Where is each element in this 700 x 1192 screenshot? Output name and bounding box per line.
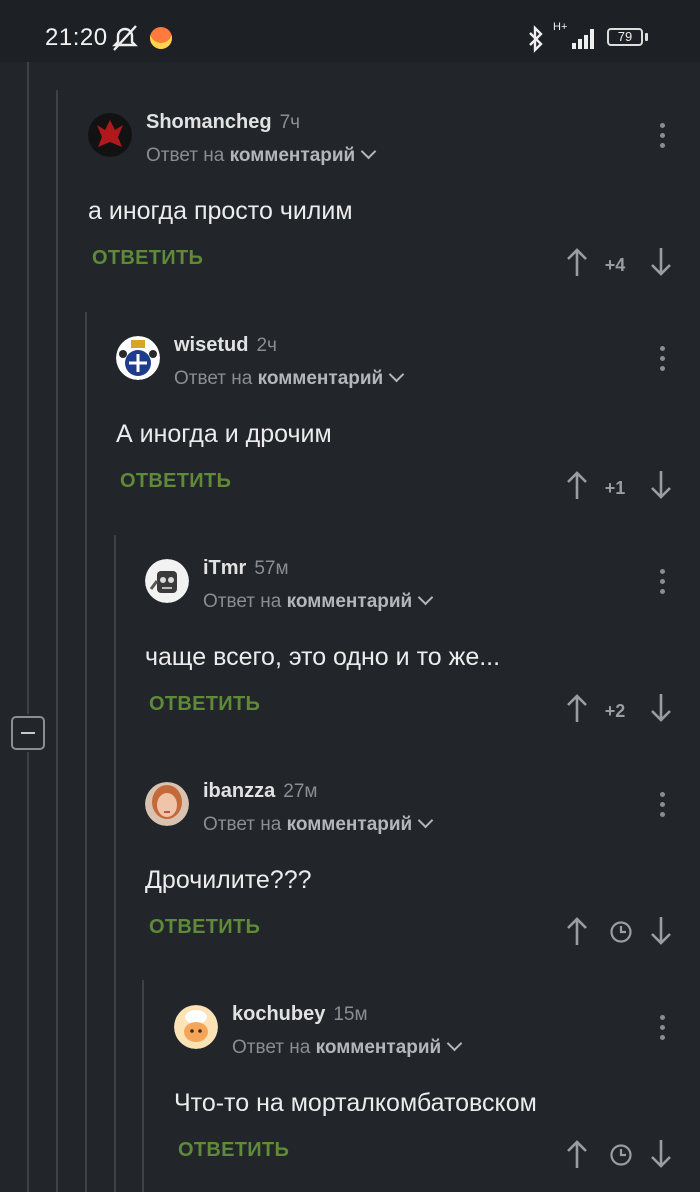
reply-to-link[interactable]: Ответ на комментарий <box>203 812 434 836</box>
reply-button[interactable]: ОТВЕТИТЬ <box>149 693 260 716</box>
cat-chef-icon[interactable] <box>174 1005 218 1049</box>
comment-time: 15м <box>333 1004 368 1025</box>
signal-icon <box>572 29 594 49</box>
clock-text: 21:20 <box>45 24 108 51</box>
network-type-text: H+ <box>553 21 568 33</box>
reply-to-target[interactable]: комментарий <box>258 368 384 389</box>
status-bar: 21:20 H+ 79 <box>0 0 700 62</box>
reply-to-target[interactable]: комментарий <box>287 814 413 835</box>
chevron-down-icon[interactable] <box>388 366 405 383</box>
comment-time: 2ч <box>256 335 277 356</box>
downvote-arrow-icon[interactable] <box>650 1139 672 1169</box>
comment-text: Что-то на морталкомбатовском <box>174 1089 537 1117</box>
reply-to-prefix: Ответ на <box>203 814 282 835</box>
comment-author[interactable]: iTmr 57м <box>203 557 289 580</box>
reply-button[interactable]: ОТВЕТИТЬ <box>92 247 203 270</box>
downvote-arrow-icon[interactable] <box>650 470 672 500</box>
reply-to-link[interactable]: Ответ на комментарий <box>203 589 434 613</box>
battery-icon: 79 <box>607 28 643 46</box>
reply-to-link[interactable]: Ответ на комментарий <box>232 1035 463 1059</box>
author-name[interactable]: kochubey <box>232 1003 325 1025</box>
comment-text: чаще всего, это одно и то же... <box>145 643 501 671</box>
chevron-down-icon[interactable] <box>417 589 434 606</box>
more-options-button[interactable] <box>660 346 666 374</box>
clock-icon <box>610 921 632 943</box>
reply-button[interactable]: ОТВЕТИТЬ <box>149 916 260 939</box>
chevron-down-icon[interactable] <box>417 812 434 829</box>
reply-to-prefix: Ответ на <box>203 591 282 612</box>
comment-rating: +4 <box>604 255 626 275</box>
reply-to-target[interactable]: комментарий <box>316 1037 442 1058</box>
reply-button[interactable]: ОТВЕТИТЬ <box>178 1139 289 1162</box>
comment-author[interactable]: kochubey 15м <box>232 1003 368 1026</box>
reply-to-target[interactable]: комментарий <box>287 591 413 612</box>
comment-text: а иногда просто чилим <box>88 197 353 225</box>
reply-to-link[interactable]: Ответ на комментарий <box>146 143 377 167</box>
bluetooth-icon <box>529 25 543 53</box>
comment-text: Дрочилите??? <box>145 866 312 894</box>
upvote-arrow-icon[interactable] <box>566 1139 588 1169</box>
upvote-arrow-icon[interactable] <box>566 470 588 500</box>
author-name[interactable]: ibanzza <box>203 780 275 802</box>
comment-time: 57м <box>254 558 289 579</box>
author-name[interactable]: iTmr <box>203 557 246 579</box>
comment-rating: +2 <box>604 701 626 721</box>
reply-button[interactable]: ОТВЕТИТЬ <box>120 470 231 493</box>
chevron-down-icon[interactable] <box>360 143 377 160</box>
thread-line <box>142 980 144 1192</box>
reply-to-prefix: Ответ на <box>146 145 225 166</box>
thread-line <box>114 535 116 1192</box>
reply-to-prefix: Ответ на <box>232 1037 311 1058</box>
comment-author[interactable]: ibanzza 27м <box>203 780 317 803</box>
thread-line <box>27 752 29 1192</box>
reply-to-prefix: Ответ на <box>174 368 253 389</box>
clock-icon <box>610 1144 632 1166</box>
comment-text: А иногда и дрочим <box>116 420 332 448</box>
comment-author[interactable]: Shomancheg 7ч <box>146 111 300 134</box>
comment-author[interactable]: wisetud 2ч <box>174 334 277 357</box>
reply-to-target[interactable]: комментарий <box>230 145 356 166</box>
comment-time: 7ч <box>279 112 301 133</box>
more-options-button[interactable] <box>660 792 666 820</box>
upvote-arrow-icon[interactable] <box>566 693 588 723</box>
downvote-arrow-icon[interactable] <box>650 693 672 723</box>
thread-line <box>27 62 29 714</box>
portrait-icon[interactable] <box>145 782 189 826</box>
comment-time: 27м <box>283 781 318 802</box>
app-notification-icon <box>150 27 172 49</box>
comment-rating: +1 <box>604 478 626 498</box>
thread-line <box>56 90 58 1192</box>
chevron-down-icon[interactable] <box>446 1035 463 1052</box>
thread-line <box>85 312 87 1192</box>
collapse-thread-button[interactable] <box>11 716 45 750</box>
robot-icon[interactable] <box>145 559 189 603</box>
downvote-arrow-icon[interactable] <box>650 916 672 946</box>
crest-icon[interactable] <box>116 336 160 380</box>
author-name[interactable]: Shomancheg <box>146 111 272 133</box>
upvote-arrow-icon[interactable] <box>566 247 588 277</box>
more-options-button[interactable] <box>660 569 666 597</box>
author-name[interactable]: wisetud <box>174 334 248 356</box>
downvote-arrow-icon[interactable] <box>650 247 672 277</box>
battery-tip <box>645 33 648 41</box>
reply-to-link[interactable]: Ответ на комментарий <box>174 366 405 390</box>
mute-icon <box>112 25 138 51</box>
more-options-button[interactable] <box>660 123 666 151</box>
upvote-arrow-icon[interactable] <box>566 916 588 946</box>
horde-emblem-icon[interactable] <box>88 113 132 157</box>
more-options-button[interactable] <box>660 1015 666 1043</box>
